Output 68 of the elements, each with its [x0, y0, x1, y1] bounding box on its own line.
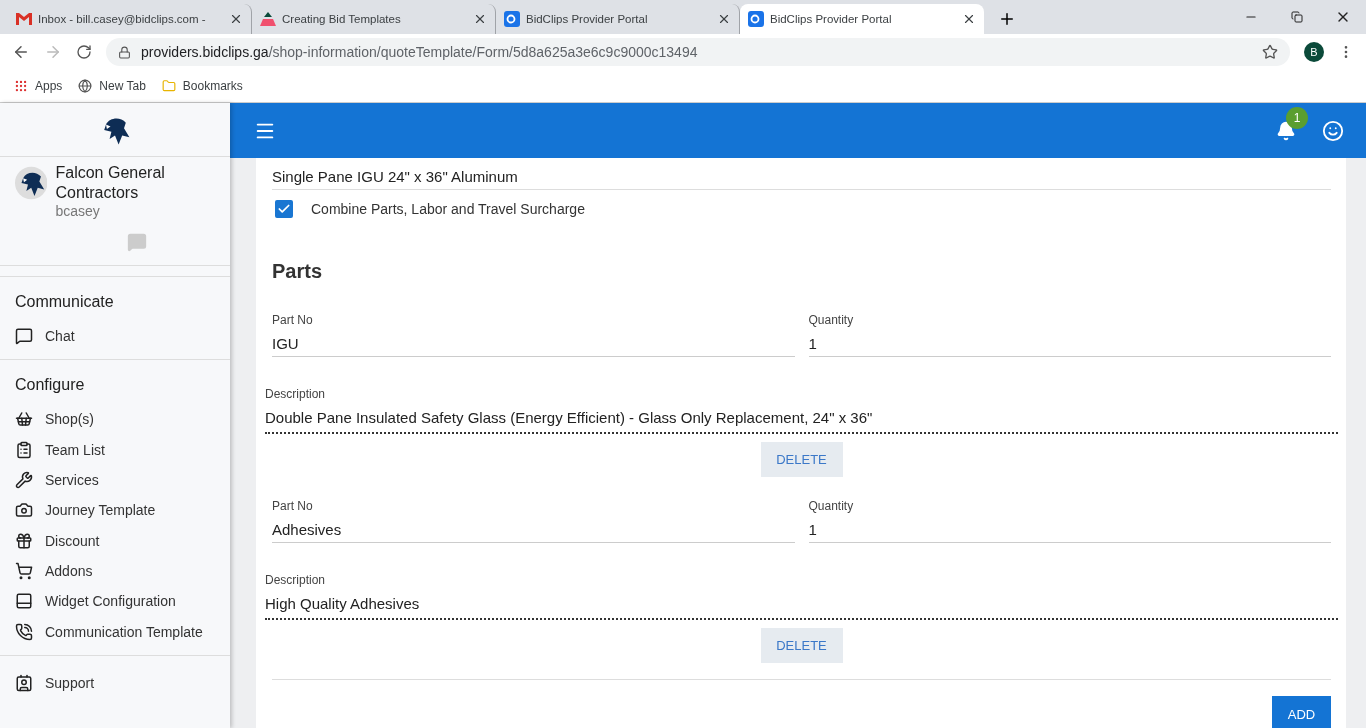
folder-icon — [161, 79, 176, 93]
triangle-icon — [260, 12, 276, 26]
sidebar-item[interactable]: Team List — [15, 434, 215, 465]
sidebar-item[interactable]: Communication Template — [15, 616, 215, 647]
contact-icon — [15, 673, 33, 692]
bookmark[interactable]: Bookmarks — [161, 79, 243, 93]
cart-icon — [15, 561, 33, 580]
wrench-icon — [15, 471, 33, 490]
restore-icon[interactable] — [1291, 11, 1303, 23]
sidebar-item[interactable]: Chat — [15, 321, 215, 352]
field-label: Quantity — [808, 499, 855, 513]
bell-icon[interactable] — [1276, 120, 1296, 141]
sidebar-item[interactable]: Discount — [15, 525, 215, 556]
close-icon[interactable] — [717, 12, 731, 26]
sidebar-item[interactable]: Journey Template — [15, 495, 215, 526]
notification-badge: 1 — [1286, 106, 1308, 129]
bookmark[interactable]: Apps — [14, 79, 63, 93]
new-tab-icon[interactable] — [998, 10, 1016, 28]
grid-icon — [14, 79, 28, 93]
field-label: Description — [265, 573, 327, 587]
quantity-field[interactable]: 1 — [808, 521, 1331, 543]
field-label: Part No — [272, 499, 314, 513]
section-heading: Communicate — [15, 293, 115, 311]
gift-icon — [15, 531, 33, 550]
template-name-field[interactable]: Single Pane IGU 24" x 36" Aluminum — [272, 164, 1331, 190]
star-icon[interactable] — [1262, 44, 1278, 60]
check-icon — [277, 202, 291, 216]
chat-icon — [15, 327, 33, 346]
lock-icon — [118, 45, 131, 59]
sidebar-item[interactable]: Addons — [15, 555, 215, 587]
sidebar-item[interactable]: Services — [15, 464, 215, 496]
organization-name: Falcon General Contractors — [55, 163, 166, 203]
checkbox-label: Combine Parts, Labor and Travel Surcharge — [311, 201, 585, 217]
sidebar-item[interactable]: Support — [15, 667, 215, 698]
globe-icon — [78, 79, 93, 93]
part-no-field[interactable]: IGU — [272, 335, 795, 357]
sidebar-item[interactable]: Shop(s) — [15, 404, 215, 435]
close-icon[interactable] — [962, 12, 976, 26]
field-label: Quantity — [808, 313, 855, 327]
delete-button[interactable]: DELETE — [760, 628, 843, 663]
basket-icon — [15, 410, 33, 429]
bookmark[interactable]: New Tab — [78, 79, 146, 93]
sidebar-item[interactable]: Widget Configuration — [15, 586, 215, 617]
close-icon[interactable] — [229, 12, 243, 26]
delete-button[interactable]: DELETE — [760, 442, 843, 477]
phone-icon — [15, 622, 33, 641]
add-button[interactable]: ADD — [1272, 696, 1331, 728]
description-field[interactable]: Double Pane Insulated Safety Glass (Energy Efficient) - Glass Only Replacement, 24" x 36" — [265, 409, 1338, 434]
clipboard-icon — [15, 440, 33, 459]
username: bcasey — [55, 203, 101, 219]
address-bar[interactable]: providers.bidclips.ga/shop-information/quoteTemplate/Form/5d8a625a3e6c9c9000c13494 — [106, 38, 1290, 66]
mail-icon — [16, 13, 32, 25]
part-no-field[interactable]: Adhesives — [272, 521, 795, 543]
reload-icon[interactable] — [76, 44, 92, 60]
profile-avatar[interactable]: B — [1304, 42, 1324, 62]
camera-icon — [15, 501, 33, 520]
account-icon[interactable] — [1322, 119, 1344, 142]
section-heading: Parts — [272, 260, 324, 283]
checkbox[interactable] — [275, 200, 293, 218]
field-label: Part No — [272, 313, 314, 327]
section-heading: Configure — [15, 376, 86, 395]
widget-icon — [15, 592, 33, 611]
close-icon[interactable] — [473, 12, 487, 26]
field-label: Description — [265, 387, 327, 401]
description-field[interactable]: High Quality Adhesives — [265, 595, 1338, 620]
browser-tab[interactable]: BidClips Provider Portal — [740, 4, 984, 34]
back-icon[interactable] — [12, 43, 30, 61]
quantity-field[interactable]: 1 — [808, 335, 1331, 357]
